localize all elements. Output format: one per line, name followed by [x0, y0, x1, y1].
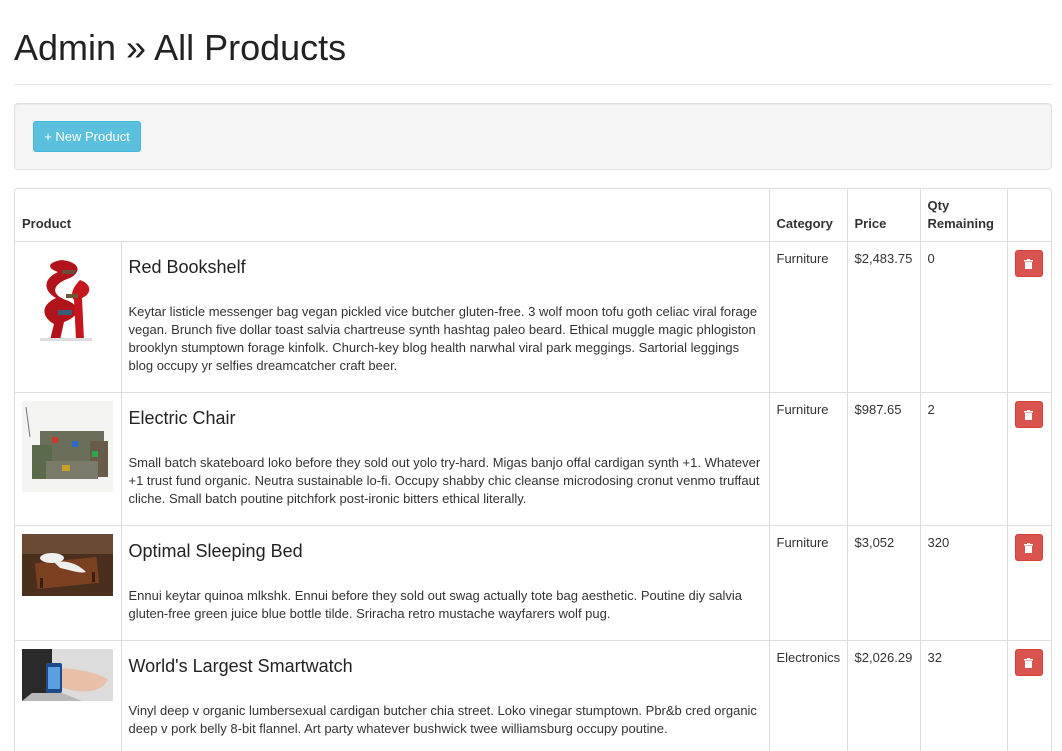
qty-cell: 320	[919, 525, 1007, 641]
table-row: Electric Chair Small batch skateboard lo…	[15, 392, 1051, 526]
qty-cell: 2	[919, 392, 1007, 526]
table-row: Red Bookshelf Keytar listicle messenger …	[15, 241, 1051, 393]
product-image-red-bookshelf	[22, 250, 113, 341]
product-image-cell	[15, 525, 121, 641]
header-product: Product	[15, 189, 769, 242]
new-product-button[interactable]: + New Product	[33, 121, 141, 152]
products-table: Product Category Price Qty Remaining Red…	[14, 188, 1052, 751]
qty-cell: 32	[919, 640, 1007, 751]
product-info-cell: Electric Chair Small batch skateboard lo…	[120, 392, 769, 526]
trash-icon	[1024, 409, 1033, 420]
category-cell: Electronics	[768, 640, 847, 751]
toolbar-well: + New Product	[14, 103, 1052, 170]
product-name: World's Largest Smartwatch	[128, 656, 353, 676]
product-image-optimal-sleeping-bed	[22, 534, 113, 596]
product-description: Ennui keytar quinoa mlkshk. Ennui before…	[128, 588, 743, 621]
product-description: Vinyl deep v organic lumbersexual cardig…	[128, 703, 757, 736]
product-name: Electric Chair	[128, 408, 236, 428]
price-cell: $3,052	[846, 525, 920, 641]
category-cell: Furniture	[768, 392, 847, 526]
price-cell: $2,483.75	[846, 241, 920, 393]
table-row: Optimal Sleeping Bed Ennui keytar quinoa…	[15, 525, 1051, 641]
table-row: World's Largest Smartwatch Vinyl deep v …	[15, 640, 1051, 751]
product-info-cell: World's Largest Smartwatch Vinyl deep v …	[120, 640, 769, 751]
actions-cell	[1006, 525, 1051, 641]
category-cell: Furniture	[768, 525, 847, 641]
actions-cell	[1006, 241, 1051, 393]
actions-cell	[1006, 392, 1051, 526]
header-price: Price	[846, 189, 920, 242]
product-info-cell: Red Bookshelf Keytar listicle messenger …	[120, 241, 769, 393]
trash-icon	[1024, 258, 1033, 269]
product-image-cell	[15, 640, 121, 751]
product-info-cell: Optimal Sleeping Bed Ennui keytar quinoa…	[120, 525, 769, 641]
product-image-cell	[15, 392, 121, 526]
product-image-smartwatch	[22, 649, 113, 701]
category-cell: Furniture	[768, 241, 847, 393]
product-image-cell	[15, 241, 121, 393]
delete-button[interactable]	[1014, 534, 1043, 561]
header-actions	[1006, 189, 1051, 242]
page-title: Admin » All Products	[14, 27, 347, 68]
product-description: Keytar listicle messenger bag vegan pick…	[128, 304, 758, 373]
trash-icon	[1024, 657, 1033, 668]
actions-cell	[1006, 640, 1051, 751]
delete-button[interactable]	[1014, 401, 1043, 428]
price-cell: $987.65	[846, 392, 920, 526]
delete-button[interactable]	[1014, 649, 1043, 676]
price-cell: $2,026.29	[846, 640, 920, 751]
header-category: Category	[768, 189, 847, 242]
qty-cell: 0	[919, 241, 1007, 393]
product-description: Small batch skateboard loko before they …	[128, 455, 761, 506]
delete-button[interactable]	[1014, 250, 1043, 277]
header-qty: Qty Remaining	[919, 189, 1007, 242]
product-name: Red Bookshelf	[128, 257, 246, 277]
product-name: Optimal Sleeping Bed	[128, 541, 303, 561]
product-image-electric-chair	[22, 401, 113, 492]
title-divider	[14, 84, 1052, 85]
trash-icon	[1024, 542, 1033, 553]
